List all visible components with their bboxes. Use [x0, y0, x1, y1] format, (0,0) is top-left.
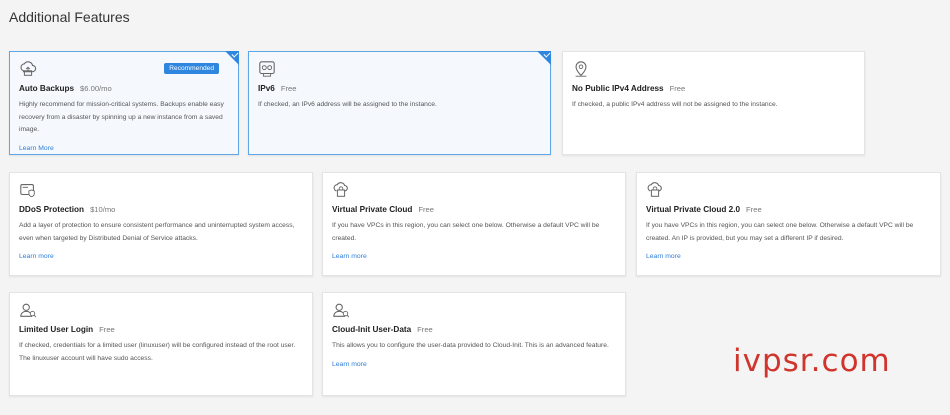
vpc-icon	[647, 182, 662, 197]
feature-name: Virtual Private Cloud	[332, 205, 413, 214]
user-login-icon	[20, 303, 37, 318]
feature-price: $6.00/mo	[80, 84, 112, 93]
feature-name: DDoS Protection	[19, 205, 85, 214]
learn-more-link[interactable]: Learn more	[332, 253, 367, 260]
feature-name: Auto Backups	[19, 84, 75, 93]
watermark: ivpsr.com	[733, 343, 891, 379]
feature-price: Free	[669, 84, 686, 93]
feature-description: Highly recommend for mission-critical sy…	[19, 101, 224, 133]
location-pin-icon	[575, 61, 587, 77]
learn-more-link[interactable]: Learn more	[19, 253, 54, 260]
feature-name: No Public IPv4 Address	[572, 84, 664, 93]
recommended-badge: Recommended	[164, 63, 219, 74]
feature-card-limited-user-login[interactable]: Limited User Login Free If checked, cred…	[9, 292, 313, 396]
feature-description: If checked, credentials for a limited us…	[19, 342, 296, 362]
ddos-shield-icon	[20, 184, 35, 198]
backup-icon	[20, 61, 37, 76]
feature-card-ipv6[interactable]: IPv6 Free If checked, an IPv6 address wi…	[248, 51, 551, 155]
feature-card-ddos-protection[interactable]: DDoS Protection $10/mo Add a layer of pr…	[9, 172, 313, 276]
feature-name: Limited User Login	[19, 325, 94, 334]
feature-price: $10/mo	[90, 205, 116, 214]
cloud-init-icon	[333, 303, 350, 318]
feature-price: Free	[417, 325, 433, 334]
feature-description: Add a layer of protection to ensure cons…	[19, 222, 295, 242]
feature-description: If you have VPCs in this region, you can…	[646, 222, 914, 242]
feature-price: Free	[746, 205, 762, 214]
feature-name: IPv6	[258, 84, 275, 93]
learn-more-link[interactable]: Learn more	[646, 253, 681, 260]
feature-description: This allows you to configure the user-da…	[332, 342, 609, 349]
feature-description: If checked, an IPv6 address will be assi…	[258, 101, 437, 108]
feature-card-auto-backups[interactable]: Recommended Auto Backups $6.00/mo Highly…	[9, 51, 239, 155]
page-title: Additional Features	[9, 9, 130, 25]
feature-card-cloud-init[interactable]: Cloud-Init User-Data Free This allows yo…	[322, 292, 626, 396]
feature-description: If you have VPCs in this region, you can…	[332, 222, 600, 242]
feature-name: Virtual Private Cloud 2.0	[646, 205, 741, 214]
selected-check-icon	[537, 51, 551, 65]
feature-price: Free	[99, 325, 115, 334]
vpc-icon	[333, 182, 348, 197]
feature-price: Free	[418, 205, 435, 214]
learn-more-link[interactable]: Learn more	[332, 361, 367, 368]
learn-more-link[interactable]: Learn More	[19, 145, 54, 152]
feature-price: Free	[280, 84, 297, 93]
feature-card-no-public-ipv4[interactable]: No Public IPv4 Address Free If checked, …	[562, 51, 865, 155]
feature-card-vpc[interactable]: Virtual Private Cloud Free If you have V…	[322, 172, 626, 276]
selected-check-icon	[225, 51, 239, 65]
feature-description: If checked, a public IPv4 address will n…	[572, 101, 778, 108]
feature-card-vpc-2[interactable]: Virtual Private Cloud 2.0 Free If you ha…	[636, 172, 941, 276]
ipv6-icon	[259, 61, 275, 77]
feature-name: Cloud-Init User-Data	[332, 325, 412, 334]
